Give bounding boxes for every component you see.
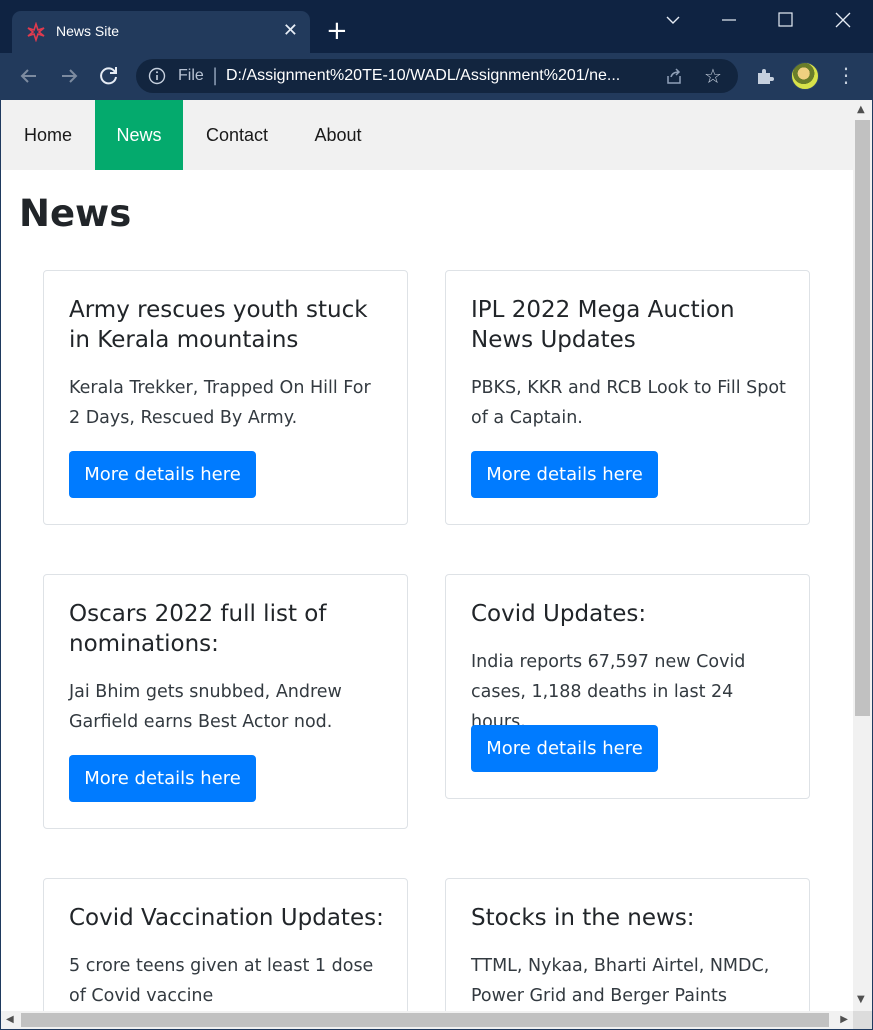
- tab-close-button[interactable]: ✕: [283, 21, 298, 41]
- tab-search-chevron-icon[interactable]: [658, 9, 688, 31]
- scroll-up-arrow-icon[interactable]: ▲: [857, 104, 865, 115]
- card-title: Stocks in the news:: [471, 905, 695, 931]
- news-card: Army rescues youth stuck in Kerala mount…: [43, 270, 408, 525]
- vertical-scroll-thumb[interactable]: [855, 120, 870, 716]
- more-details-button[interactable]: More details here: [471, 725, 658, 772]
- card-title: Oscars 2022 full list of nominations:: [69, 601, 327, 657]
- scroll-down-arrow-icon[interactable]: ▼: [857, 994, 865, 1005]
- card-title: Army rescues youth stuck in Kerala mount…: [69, 297, 368, 353]
- card-text: TTML, Nykaa, Bharti Airtel, NMDC, Power …: [471, 956, 770, 1006]
- more-details-button[interactable]: More details here: [471, 451, 658, 498]
- more-details-button[interactable]: More details here: [69, 755, 256, 802]
- nav-contact-link[interactable]: Contact: [183, 100, 291, 170]
- browser-titlebar: News Site ✕ +: [0, 0, 873, 53]
- page-title: News: [19, 192, 132, 235]
- back-arrow-icon[interactable]: [16, 63, 42, 89]
- new-tab-button[interactable]: +: [326, 18, 348, 44]
- card-text: 5 crore teens given at least 1 dose of C…: [69, 956, 374, 1006]
- news-card: Covid Updates: India reports 67,597 new …: [445, 574, 810, 799]
- horizontal-scrollbar[interactable]: ◀ ▶: [1, 1011, 853, 1029]
- nav-news-link[interactable]: News: [95, 100, 183, 170]
- news-card: IPL 2022 Mega Auction News Updates PBKS,…: [445, 270, 810, 525]
- news-card: Oscars 2022 full list of nominations: Ja…: [43, 574, 408, 829]
- news-card: Stocks in the news: TTML, Nykaa, Bharti …: [445, 878, 810, 1029]
- address-bar[interactable]: File | D:/Assignment%20TE-10/WADL/Assign…: [136, 59, 738, 93]
- minimize-icon[interactable]: [714, 9, 744, 31]
- card-title: Covid Updates:: [471, 601, 647, 627]
- scroll-right-arrow-icon[interactable]: ▶: [840, 1014, 848, 1025]
- tab-title: News Site: [56, 23, 120, 39]
- card-title: Covid Vaccination Updates:: [69, 905, 384, 931]
- share-icon[interactable]: [664, 66, 684, 86]
- card-text: PBKS, KKR and RCB Look to Fill Spot of a…: [471, 378, 786, 428]
- page-viewport: Home News Contact About News Army rescue…: [1, 100, 872, 1029]
- browser-tab[interactable]: News Site ✕: [12, 11, 310, 53]
- scrollbar-corner: [853, 1011, 872, 1029]
- more-details-button[interactable]: More details here: [69, 451, 256, 498]
- info-icon[interactable]: [148, 67, 166, 85]
- address-separator: |: [212, 65, 219, 86]
- vertical-scrollbar[interactable]: ▲ ▼: [853, 100, 872, 1011]
- card-text: Kerala Trekker, Trapped On Hill For 2 Da…: [69, 378, 371, 428]
- top-navbar: Home News Contact About: [1, 100, 853, 170]
- address-url[interactable]: D:/Assignment%20TE-10/WADL/Assignment%20…: [226, 67, 656, 85]
- menu-kebab-icon[interactable]: ⋮: [836, 65, 856, 85]
- browser-toolbar: File | D:/Assignment%20TE-10/WADL/Assign…: [0, 53, 873, 100]
- forward-arrow-icon[interactable]: [56, 63, 82, 89]
- card-text: Jai Bhim gets snubbed, Andrew Garfield e…: [69, 682, 342, 732]
- card-text: India reports 67,597 new Covid cases, 1,…: [471, 652, 746, 732]
- scroll-left-arrow-icon[interactable]: ◀: [6, 1014, 14, 1025]
- nav-home-link[interactable]: Home: [1, 100, 95, 170]
- maximize-icon[interactable]: [770, 9, 800, 31]
- horizontal-scroll-thumb[interactable]: [21, 1013, 829, 1027]
- nav-about-link[interactable]: About: [291, 100, 385, 170]
- address-scheme: File: [178, 67, 204, 84]
- close-window-icon[interactable]: [828, 9, 858, 31]
- extensions-icon[interactable]: [754, 65, 776, 87]
- card-title: IPL 2022 Mega Auction News Updates: [471, 297, 735, 353]
- bookmark-star-icon[interactable]: ☆: [704, 64, 722, 88]
- profile-avatar[interactable]: [791, 62, 819, 90]
- site-favicon-icon: [27, 22, 45, 42]
- news-card: Covid Vaccination Updates: 5 crore teens…: [43, 878, 408, 1029]
- reload-icon[interactable]: [96, 63, 122, 89]
